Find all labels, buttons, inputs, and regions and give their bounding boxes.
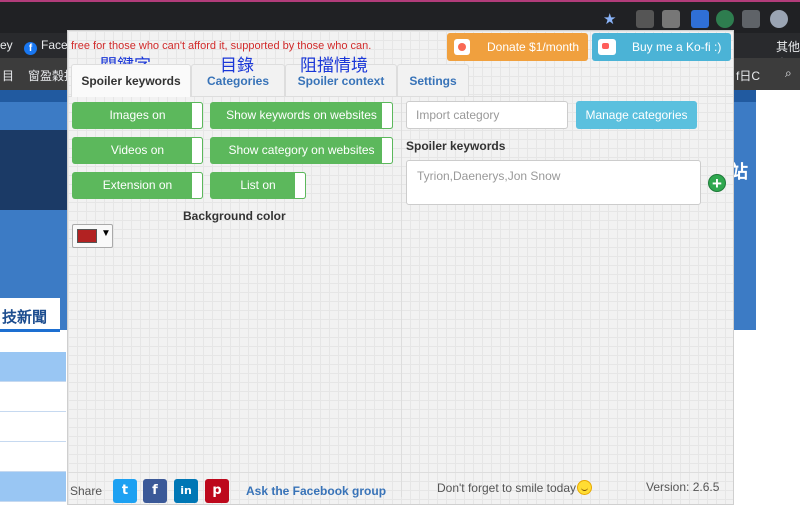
facebook-share-icon[interactable]: f — [143, 479, 167, 503]
kofi-button[interactable]: Buy me a Ko-fi :) — [592, 33, 731, 61]
share-label: Share — [70, 484, 103, 498]
page-row — [0, 442, 66, 472]
twitter-icon[interactable]: t — [113, 479, 137, 503]
list-toggle-label: List on — [240, 178, 276, 192]
extension-toggle-label: Extension on — [102, 178, 173, 192]
background-color-picker[interactable]: ▼ — [72, 224, 113, 248]
videos-toggle[interactable]: Videos on — [72, 137, 203, 164]
column-divider — [401, 97, 402, 497]
dropdown-arrow-icon: ▼ — [101, 228, 111, 239]
smile-text: Don't forget to smile today — [437, 481, 577, 495]
browser-toolbar: ★ — [0, 0, 800, 33]
extension-popup: free for those who can't afford it, supp… — [67, 30, 734, 505]
tab-settings[interactable]: Settings — [397, 64, 469, 97]
bookmark-star-icon[interactable]: ★ — [603, 10, 616, 28]
smiley-icon — [577, 480, 593, 495]
toggle-knob — [381, 102, 393, 129]
footer-divider — [68, 472, 733, 473]
show-category-label: Show category on websites — [228, 143, 375, 157]
donate-button[interactable]: Donate $1/month — [447, 33, 588, 61]
page-row — [0, 412, 66, 442]
toggle-knob — [191, 172, 203, 199]
images-toggle[interactable]: Images on — [72, 102, 203, 129]
version-label: Version: 2.6.5 — [646, 480, 720, 494]
page-nav-tab[interactable]: 技新聞 — [0, 298, 60, 332]
facebook-group-link[interactable]: Ask the Facebook group — [246, 484, 386, 498]
show-keywords-label: Show keywords on websites — [226, 108, 377, 122]
drive-icon[interactable] — [662, 10, 680, 28]
banner-logo — [0, 130, 70, 210]
kofi-cup-icon — [598, 39, 616, 55]
videos-toggle-label: Videos on — [110, 143, 165, 157]
manage-categories-button[interactable]: Manage categories — [576, 101, 697, 129]
color-swatch — [77, 229, 97, 243]
facebook-icon: f — [24, 42, 37, 55]
puzzle-icon[interactable] — [742, 10, 760, 28]
extension-toggle[interactable]: Extension on — [72, 172, 203, 199]
import-category-input[interactable] — [406, 101, 568, 129]
show-keywords-toggle[interactable]: Show keywords on websites — [210, 102, 393, 129]
smile-message: Don't forget to smile today — [437, 480, 593, 495]
avatar[interactable] — [770, 10, 788, 28]
page-rows — [0, 352, 66, 502]
spoiler-keywords-label: Spoiler keywords — [406, 139, 506, 153]
list-toggle[interactable]: List on — [210, 172, 306, 199]
images-toggle-label: Images on — [109, 108, 166, 122]
kofi-label: Buy me a Ko-fi :) — [632, 40, 722, 54]
extension-icon-1[interactable] — [636, 10, 654, 28]
page-row — [0, 472, 66, 502]
pinterest-icon[interactable]: p — [205, 479, 229, 503]
bookmark-item[interactable]: ey — [0, 38, 13, 52]
annotation-categories: 目錄 — [220, 56, 254, 75]
page-row — [0, 352, 66, 382]
extension-icon-2d[interactable] — [691, 10, 709, 28]
bar-item-right[interactable]: f日C — [736, 67, 760, 84]
toggle-knob — [191, 137, 203, 164]
search-icon[interactable]: ⌕ — [785, 66, 792, 81]
spoiler-keywords-input[interactable] — [406, 160, 701, 205]
tab-spoiler-keywords[interactable]: Spoiler keywords — [71, 64, 191, 97]
shield-icon[interactable] — [716, 10, 734, 28]
donate-label: Donate $1/month — [487, 40, 580, 54]
bookmark-facebook[interactable]: f Facel — [24, 38, 70, 55]
add-keyword-icon[interactable]: + — [708, 174, 726, 192]
annotation-context: 阻擋情境 — [300, 56, 368, 75]
page-row — [0, 382, 66, 412]
bar-item[interactable]: 目 — [2, 67, 14, 84]
toggle-knob — [381, 137, 393, 164]
background-color-label: Background color — [183, 209, 286, 223]
show-category-toggle[interactable]: Show category on websites — [210, 137, 393, 164]
toggle-knob — [191, 102, 203, 129]
linkedin-icon[interactable]: in — [174, 479, 198, 503]
patreon-icon — [454, 39, 470, 55]
toggle-knob — [294, 172, 306, 199]
